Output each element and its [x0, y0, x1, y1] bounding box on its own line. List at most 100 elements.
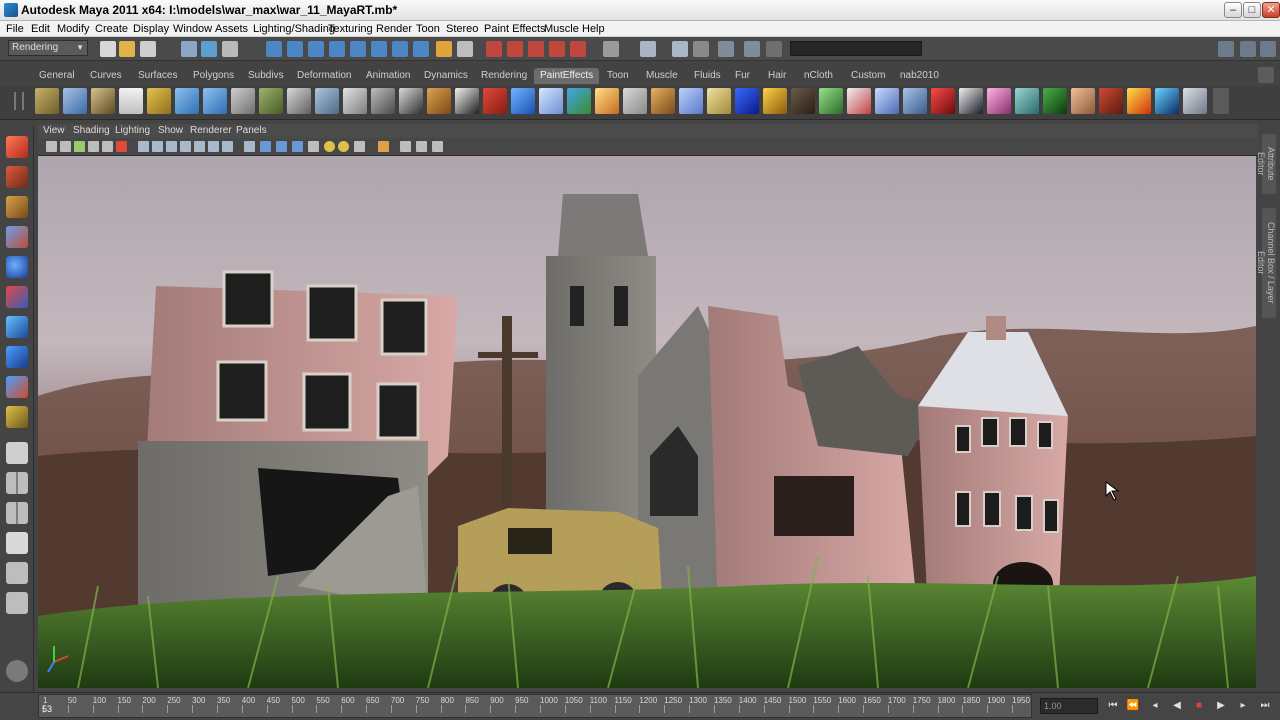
- render-settings-icon[interactable]: [528, 41, 544, 57]
- show-tool-settings-icon[interactable]: [1240, 41, 1256, 57]
- menu-file[interactable]: File: [6, 23, 24, 35]
- menu-modify[interactable]: Modify: [57, 23, 89, 35]
- play-forwards-button[interactable]: ▶: [1214, 699, 1228, 713]
- name-select-icon[interactable]: [718, 41, 734, 57]
- select-object-icon[interactable]: [201, 41, 217, 57]
- snap-point-icon[interactable]: [308, 41, 324, 57]
- menu-assets[interactable]: Assets: [215, 23, 248, 35]
- ipr-render-icon[interactable]: [507, 41, 523, 57]
- brush-gold-icon[interactable]: [707, 88, 731, 114]
- shelf-tab-toon[interactable]: Toon: [601, 68, 635, 84]
- brush-grass-icon[interactable]: [819, 88, 843, 114]
- panel-menu-lighting[interactable]: Lighting: [115, 125, 150, 136]
- layout-single-pane-icon[interactable]: [6, 442, 28, 464]
- menu-paint-effects[interactable]: Paint Effects: [484, 23, 546, 35]
- menu-set-selector[interactable]: Rendering ▼: [8, 40, 88, 56]
- brush-fabric-icon[interactable]: [623, 88, 647, 114]
- brush-hand-icon[interactable]: [1071, 88, 1095, 114]
- move-tool-icon[interactable]: [6, 226, 28, 248]
- menu-stereo[interactable]: Stereo: [446, 23, 478, 35]
- menu-muscle[interactable]: Muscle: [544, 23, 579, 35]
- brush-figure-icon[interactable]: [343, 88, 367, 114]
- scale-tool-icon[interactable]: [6, 286, 28, 308]
- step-back-frame-button[interactable]: ◂: [1148, 699, 1162, 713]
- view-cube-icon[interactable]: [416, 141, 427, 152]
- shelf-tab-ncloth[interactable]: nCloth: [798, 68, 839, 84]
- panel-menu-show[interactable]: Show: [158, 125, 183, 136]
- camera-attributes-icon[interactable]: [60, 141, 71, 152]
- viewport-settings-icon[interactable]: [6, 660, 28, 682]
- panel-menu-shading[interactable]: Shading: [73, 125, 110, 136]
- paint-canvas-icon[interactable]: [91, 88, 115, 114]
- close-button[interactable]: ✕: [1262, 2, 1280, 18]
- input-ops-icon[interactable]: [392, 41, 408, 57]
- brush-preset-icon[interactable]: [63, 88, 87, 114]
- new-scene-icon[interactable]: [100, 41, 116, 57]
- isolate-select-icon[interactable]: [244, 141, 255, 152]
- shelf-tab-deformation[interactable]: Deformation: [291, 68, 357, 84]
- shelf-tab-nab2010[interactable]: nab2010: [894, 68, 945, 84]
- history-icon[interactable]: [371, 41, 387, 57]
- snap-grid-icon[interactable]: [266, 41, 282, 57]
- all-lights-icon[interactable]: [222, 141, 233, 152]
- input-line-icon[interactable]: [603, 41, 619, 57]
- brush-spiral-icon[interactable]: [763, 88, 787, 114]
- brush-flowers-icon[interactable]: [987, 88, 1011, 114]
- brush-wood-icon[interactable]: [427, 88, 451, 114]
- select-tool-icon[interactable]: [6, 136, 28, 158]
- shelf-tab-curves[interactable]: Curves: [84, 68, 128, 84]
- brush-flower-red-icon[interactable]: [931, 88, 955, 114]
- share-icon[interactable]: [432, 141, 443, 152]
- menu-toon[interactable]: Toon: [416, 23, 440, 35]
- brush-globe-icon[interactable]: [567, 88, 591, 114]
- shadows-icon[interactable]: [208, 141, 219, 152]
- channel-box-tab[interactable]: Channel Box / Layer Editor: [1256, 208, 1276, 318]
- brush-glow-icon[interactable]: [595, 88, 619, 114]
- panel-menu-view[interactable]: View: [43, 125, 65, 136]
- shelf-tab-muscle[interactable]: Muscle: [640, 68, 684, 84]
- command-toggle-icon[interactable]: [766, 41, 782, 57]
- brush-sky-icon[interactable]: [539, 88, 563, 114]
- grid-toggle-icon[interactable]: [102, 141, 113, 152]
- brush-smoke-icon[interactable]: [679, 88, 703, 114]
- shelf-tab-general[interactable]: General: [33, 68, 81, 84]
- shelf-tab-surfaces[interactable]: Surfaces: [132, 68, 183, 84]
- shelf-scroll-icon[interactable]: [1213, 88, 1229, 114]
- brush-leaves-icon[interactable]: [1043, 88, 1067, 114]
- select-component-icon[interactable]: [222, 41, 238, 57]
- paint-doc-icon[interactable]: [119, 88, 143, 114]
- perspective-viewport[interactable]: [38, 156, 1256, 688]
- brush-swirl-icon[interactable]: [203, 88, 227, 114]
- shelf-tab-hair[interactable]: Hair: [762, 68, 792, 84]
- panel-menu-panels[interactable]: Panels: [236, 125, 267, 136]
- brush-script-icon[interactable]: [735, 88, 759, 114]
- open-scene-icon[interactable]: [119, 41, 135, 57]
- brush-wave-icon[interactable]: [511, 88, 535, 114]
- stop-button[interactable]: ■: [1192, 699, 1206, 713]
- show-manipulator-icon[interactable]: [6, 376, 28, 398]
- grease-pencil-icon[interactable]: [400, 141, 411, 152]
- cube-texture-icon[interactable]: [292, 141, 303, 152]
- brush-snow-icon[interactable]: [903, 88, 927, 114]
- bookmarks-icon[interactable]: [74, 141, 85, 152]
- render-view-icon[interactable]: [570, 41, 586, 57]
- resolution-gate-icon[interactable]: [354, 141, 365, 152]
- layout-hypershade-icon[interactable]: [6, 592, 28, 614]
- show-attribute-editor-icon[interactable]: [1218, 41, 1234, 57]
- textured-icon[interactable]: [194, 141, 205, 152]
- menu-render[interactable]: Render: [376, 23, 412, 35]
- layout-two-pane-icon[interactable]: [6, 472, 28, 494]
- brush-lightning-icon[interactable]: [1155, 88, 1179, 114]
- brush-clouds-icon[interactable]: [287, 88, 311, 114]
- time-slider-ruler[interactable]: 1 50 100 150 200 250 300 350 400 450 500 550 600 650 7…: [38, 694, 1032, 718]
- brush-branch-icon[interactable]: [847, 88, 871, 114]
- rotate-tool-icon[interactable]: [6, 256, 28, 278]
- universal-manipulator-icon[interactable]: [6, 316, 28, 338]
- light-bulb-icon[interactable]: [324, 141, 335, 152]
- menu-display[interactable]: Display: [133, 23, 169, 35]
- brush-hair-icon[interactable]: [399, 88, 423, 114]
- attribute-editor-tab[interactable]: Attribute Editor: [1256, 134, 1276, 194]
- xray-icon[interactable]: [180, 141, 191, 152]
- shelf-tab-paint-effects[interactable]: PaintEffects: [534, 68, 600, 84]
- wireframe-on-shaded-icon[interactable]: [166, 141, 177, 152]
